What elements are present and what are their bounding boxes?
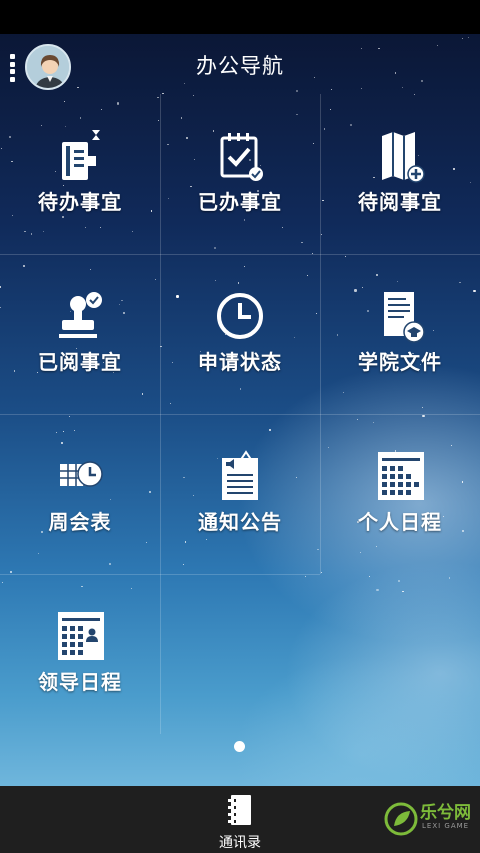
grid-item-leader-schedule[interactable]: 领导日程 — [0, 574, 160, 734]
map-plus-icon — [368, 130, 432, 186]
grid-item-label: 待办事宜 — [38, 190, 122, 214]
grid-item-label: 学院文件 — [358, 350, 442, 374]
page-title: 办公导航 — [196, 54, 284, 78]
watermark-text: 乐兮网 — [420, 803, 471, 823]
notebook-hourglass-icon — [48, 130, 112, 186]
grid-item-application-status[interactable]: 申请状态 — [160, 254, 320, 414]
watermark-logo: 乐兮网 LEXI GAME — [384, 794, 480, 844]
grid-item-college-documents[interactable]: 学院文件 — [320, 254, 480, 414]
grid-item-label: 待阅事宜 — [358, 190, 442, 214]
grid-item-label: 周会表 — [48, 510, 112, 534]
grid-item-label: 个人日程 — [358, 510, 442, 534]
watermark-subtext: LEXI GAME — [422, 822, 470, 830]
grid-item-completed-tasks[interactable]: 已办事宜 — [160, 94, 320, 254]
navigation-grid: 待办事宜 已办事宜 待阅事宜 已阅事宜 申请状态 学院文件 周会表 通知公告 个… — [0, 94, 480, 734]
document-graduation-icon — [368, 290, 432, 346]
leaf-logo-icon — [384, 802, 418, 836]
calendar-check-icon — [208, 130, 272, 186]
grid-item-pending-tasks[interactable]: 待办事宜 — [0, 94, 160, 254]
contacts-button[interactable]: 通讯录 — [205, 794, 275, 851]
bottom-bar: 通讯录 乐兮网 LEXI GAME — [0, 786, 480, 853]
grid-item-label: 申请状态 — [198, 350, 282, 374]
grid-item-notices[interactable]: 通知公告 — [160, 414, 320, 574]
grid-item-weekly-meeting[interactable]: 周会表 — [0, 414, 160, 574]
grid-item-label: 领导日程 — [38, 670, 122, 694]
clock-icon — [208, 290, 272, 346]
grid-item-label: 已办事宜 — [198, 190, 282, 214]
address-book-icon — [225, 794, 255, 830]
page-indicator-dot[interactable] — [234, 741, 245, 752]
grid-item-reviewed[interactable]: 已阅事宜 — [0, 254, 160, 414]
schedule-grid-icon — [368, 450, 432, 506]
table-clock-icon — [48, 450, 112, 506]
grid-item-personal-schedule[interactable]: 个人日程 — [320, 414, 480, 574]
leader-schedule-icon — [48, 610, 112, 666]
contacts-label: 通讯录 — [219, 835, 261, 851]
grid-item-label: 通知公告 — [198, 510, 282, 534]
grid-item-pending-review[interactable]: 待阅事宜 — [320, 94, 480, 254]
header-bar: 办公导航 — [0, 34, 480, 94]
status-bar — [0, 0, 480, 34]
announcement-document-icon — [208, 450, 272, 506]
grid-item-label: 已阅事宜 — [38, 350, 122, 374]
stamp-check-icon — [48, 290, 112, 346]
